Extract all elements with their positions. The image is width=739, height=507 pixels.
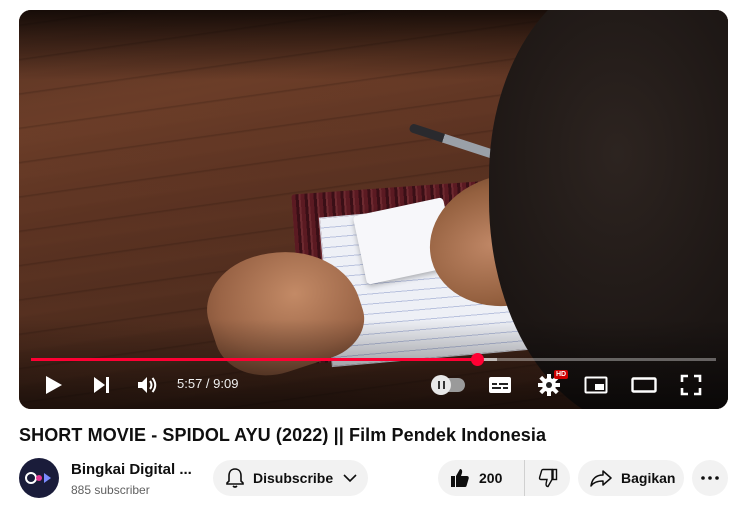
like-count: 200 — [479, 470, 503, 486]
share-label: Bagikan — [621, 470, 676, 486]
miniplayer-button[interactable] — [582, 372, 610, 398]
like-dislike-group: 200 — [438, 460, 570, 496]
subscriber-count: 885 subscriber — [71, 483, 150, 497]
theater-mode-button[interactable] — [630, 372, 658, 398]
channel-name[interactable]: Bingkai Digital ... — [71, 461, 192, 478]
video-player[interactable]: 5:57 / 9:09 HD — [19, 10, 728, 409]
theater-mode-icon — [631, 377, 657, 393]
miniplayer-icon — [584, 376, 608, 394]
progress-bar[interactable] — [31, 353, 716, 366]
chevron-down-icon — [343, 474, 357, 483]
subscribe-label: Disubscribe — [253, 470, 334, 486]
thumbs-up-icon — [451, 469, 469, 487]
dislike-button[interactable] — [525, 460, 570, 496]
video-title: SHORT MOVIE - SPIDOL AYU (2022) || Film … — [19, 425, 547, 445]
like-button[interactable]: 200 — [438, 460, 525, 496]
channel-logo-icon — [24, 471, 54, 485]
pause-icon — [431, 375, 451, 395]
fullscreen-icon — [680, 374, 702, 396]
more-actions-button[interactable] — [692, 460, 728, 496]
more-horizontal-icon — [701, 476, 719, 480]
thumbs-down-icon — [538, 468, 557, 488]
fullscreen-button[interactable] — [677, 372, 705, 398]
skip-next-icon — [94, 377, 109, 393]
next-button[interactable] — [89, 372, 115, 398]
bell-icon — [226, 468, 244, 488]
hd-badge: HD — [554, 370, 569, 379]
channel-avatar[interactable] — [19, 458, 59, 498]
play-icon — [46, 376, 62, 394]
subscribe-button[interactable]: Disubscribe — [213, 460, 368, 496]
share-button[interactable]: Bagikan — [578, 460, 684, 496]
video-frame[interactable] — [19, 10, 728, 409]
volume-button[interactable] — [134, 372, 162, 398]
subtitles-button[interactable] — [486, 372, 514, 398]
progress-scrubber[interactable] — [470, 353, 484, 366]
share-icon — [590, 470, 612, 487]
autoplay-toggle[interactable] — [431, 375, 465, 395]
subtitles-icon — [489, 377, 511, 393]
play-button[interactable] — [41, 372, 67, 398]
time-display: 5:57 / 9:09 — [177, 376, 239, 391]
volume-icon — [138, 377, 157, 393]
progress-played — [31, 358, 477, 361]
